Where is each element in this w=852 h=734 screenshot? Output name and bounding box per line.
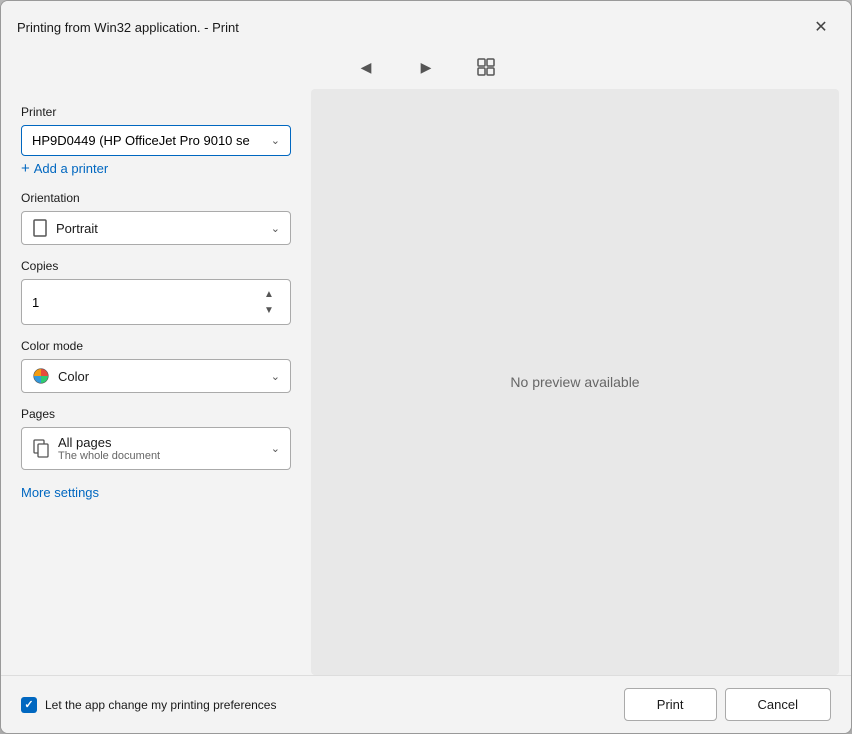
printer-chevron-icon: ⌄ [271, 134, 280, 147]
preview-panel: No preview available [311, 89, 839, 675]
next-nav-button[interactable]: ▶ [412, 53, 440, 81]
printer-select[interactable]: HP9D0449 (HP OfficeJet Pro 9010 se ⌄ [21, 125, 291, 156]
copies-value: 1 [32, 295, 39, 310]
orientation-value: Portrait [56, 221, 98, 236]
nav-bar: ◀ ▶ [1, 49, 851, 89]
color-mode-icon [32, 367, 50, 385]
preferences-checkbox[interactable]: ✓ [21, 697, 37, 713]
pages-icon [32, 439, 50, 459]
bottom-bar: ✓ Let the app change my printing prefere… [1, 675, 851, 733]
pages-select[interactable]: All pages The whole document ⌄ [21, 427, 291, 470]
pages-section: Pages All pages The whole document ⌄ [21, 407, 291, 470]
copies-controls: ▲ ▼ [258, 286, 280, 318]
main-content: Printer HP9D0449 (HP OfficeJet Pro 9010 … [1, 89, 851, 675]
cancel-button[interactable]: Cancel [725, 688, 831, 721]
copies-label: Copies [21, 259, 291, 273]
action-buttons: Print Cancel [624, 688, 831, 721]
plus-icon: + [21, 160, 30, 177]
portrait-icon [32, 219, 48, 237]
copies-box: 1 ▲ ▼ [21, 279, 291, 325]
orientation-label: Orientation [21, 191, 291, 205]
color-mode-value: Color [58, 369, 89, 384]
printer-label: Printer [21, 105, 291, 119]
pages-chevron-icon: ⌄ [271, 442, 280, 455]
pages-inner: All pages The whole document [32, 435, 160, 462]
pages-text: All pages The whole document [58, 435, 160, 462]
pages-sub: The whole document [58, 450, 160, 462]
pages-main: All pages [58, 435, 160, 450]
copies-section: Copies 1 ▲ ▼ [21, 259, 291, 325]
printer-value: HP9D0449 (HP OfficeJet Pro 9010 se [32, 133, 250, 148]
prev-nav-button[interactable]: ◀ [352, 53, 380, 81]
more-settings-label: More settings [21, 485, 99, 500]
color-mode-chevron-icon: ⌄ [271, 370, 280, 383]
print-button[interactable]: Print [624, 688, 717, 721]
orientation-section: Orientation Portrait ⌄ [21, 191, 291, 245]
checkbox-row: ✓ Let the app change my printing prefere… [21, 697, 276, 713]
left-panel: Printer HP9D0449 (HP OfficeJet Pro 9010 … [1, 89, 311, 675]
close-button[interactable]: ✕ [807, 13, 835, 41]
orientation-select[interactable]: Portrait ⌄ [21, 211, 291, 245]
layout-nav-button[interactable] [472, 53, 500, 81]
preview-text: No preview available [510, 374, 639, 390]
color-mode-label: Color mode [21, 339, 291, 353]
printer-section: Printer HP9D0449 (HP OfficeJet Pro 9010 … [21, 105, 291, 177]
color-mode-section: Color mode Color ⌄ [21, 339, 291, 393]
print-dialog: Printing from Win32 application. - Print… [0, 0, 852, 734]
dialog-title: Printing from Win32 application. - Print [17, 20, 239, 35]
add-printer-link[interactable]: + Add a printer [21, 160, 291, 177]
checkbox-label: Let the app change my printing preferenc… [45, 698, 276, 712]
add-printer-label: Add a printer [34, 161, 108, 176]
color-mode-select[interactable]: Color ⌄ [21, 359, 291, 393]
copies-down-button[interactable]: ▼ [258, 302, 280, 318]
copies-up-button[interactable]: ▲ [258, 286, 280, 302]
orientation-chevron-icon: ⌄ [271, 222, 280, 235]
pages-label: Pages [21, 407, 291, 421]
more-settings-link[interactable]: More settings [21, 485, 99, 500]
title-bar: Printing from Win32 application. - Print… [1, 1, 851, 49]
checkmark-icon: ✓ [24, 698, 33, 711]
layout-icon [476, 57, 496, 77]
